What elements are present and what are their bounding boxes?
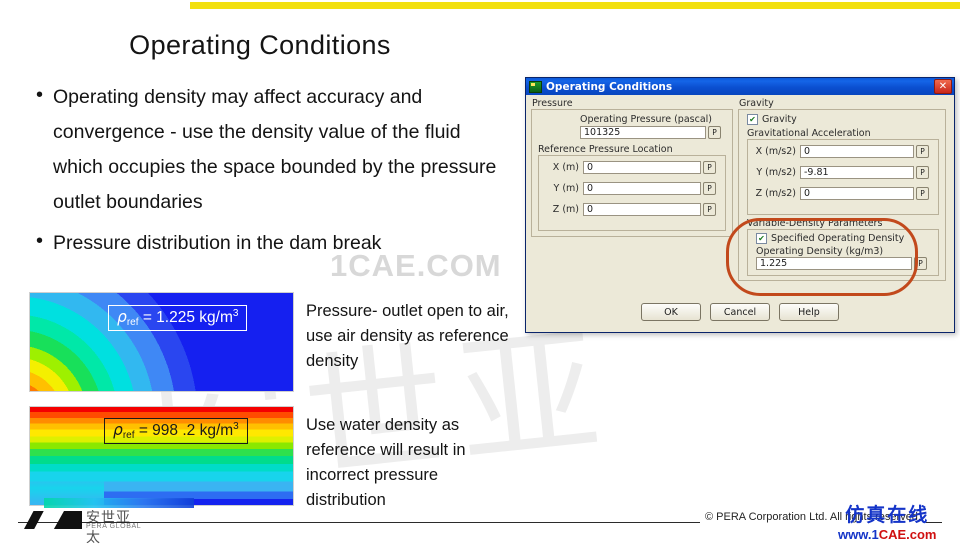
rho-subscript: ref: [126, 317, 139, 328]
slide-root: 安世亚 1CAE.COM Operating Conditions • Oper…: [0, 0, 960, 546]
figure-label-air: ρref = 1.225 kg/m3: [108, 305, 248, 331]
rho-symbol: ρ: [117, 308, 127, 326]
top-accent-bar: [190, 2, 960, 9]
pressure-group: Pressure Operating Pressure (pascal) 101…: [529, 98, 733, 237]
pressure-group-label: Pressure: [529, 98, 576, 109]
parameter-button[interactable]: P: [708, 126, 721, 139]
variable-density-subgroup: ✔ Specified Operating Density Operating …: [747, 229, 939, 276]
list-item: • Operating density may affect accuracy …: [36, 80, 506, 220]
bullet-marker-icon: •: [36, 230, 44, 252]
ref-x-label: X (m): [552, 162, 579, 173]
cancel-button[interactable]: Cancel: [710, 303, 770, 321]
reference-pressure-location-label: Reference Pressure Location: [538, 144, 673, 155]
bullet-text: Pressure distribution in the dam break: [53, 232, 382, 254]
gravity-checkbox-label: Gravity: [762, 114, 797, 125]
ref-y-field[interactable]: Y (m) 0 P: [545, 182, 716, 195]
logo-mark-icon: [24, 511, 44, 529]
page-title: Operating Conditions: [129, 30, 391, 60]
ref-x-input[interactable]: 0: [583, 161, 701, 174]
copyright-text: © PERA Corporation Ltd. All rights reser…: [700, 511, 926, 523]
acceleration-subgroup: X (m/s2) 0 P Y (m/s2) -9.81 P Z (m/s2) 0…: [747, 139, 939, 215]
list-item: • Pressure distribution in the dam break: [36, 226, 506, 261]
dialog-body: Pressure Operating Pressure (pascal) 101…: [526, 95, 954, 332]
gravity-y-label: Y (m/s2): [756, 167, 796, 178]
gravity-z-label: Z (m/s2): [755, 188, 796, 199]
parameter-button[interactable]: P: [916, 145, 929, 158]
rho-subscript: ref: [122, 430, 135, 441]
ref-z-input[interactable]: 0: [583, 203, 701, 216]
gravity-x-label: X (m/s2): [755, 146, 796, 157]
contour-image-air: ρref = 1.225 kg/m3: [29, 292, 294, 392]
gravity-x-input[interactable]: 0: [800, 145, 914, 158]
gravity-z-field[interactable]: Z (m/s2) 0 P: [752, 187, 929, 200]
bullet-list: • Operating density may affect accuracy …: [36, 80, 506, 267]
operating-conditions-dialog: Operating Conditions ✕ Pressure Operatin…: [525, 77, 955, 333]
figure-label-water: ρref = 998 .2 kg/m3: [104, 418, 248, 444]
operating-density-label: Operating Density (kg/m3): [756, 246, 884, 257]
dialog-title: Operating Conditions: [546, 80, 673, 93]
bullet-marker-icon: •: [36, 84, 44, 106]
bullet-text: Operating density may affect accuracy an…: [53, 86, 497, 213]
gravity-y-field[interactable]: Y (m/s2) -9.81 P: [752, 166, 929, 179]
figure-caption-air: Pressure- outlet open to air, use air de…: [306, 302, 509, 370]
parameter-button[interactable]: P: [916, 187, 929, 200]
close-icon[interactable]: ✕: [934, 79, 952, 94]
specified-operating-density-checkbox[interactable]: ✔ Specified Operating Density: [756, 233, 904, 244]
ref-z-field[interactable]: Z (m) 0 P: [545, 203, 716, 216]
specified-operating-density-label: Specified Operating Density: [771, 233, 905, 244]
gravity-x-field[interactable]: X (m/s2) 0 P: [752, 145, 929, 158]
ref-y-input[interactable]: 0: [583, 182, 701, 195]
contour-image-water: ρref = 998 .2 kg/m3: [29, 406, 294, 506]
dialog-title-bar[interactable]: Operating Conditions ✕: [526, 78, 954, 95]
parameter-button[interactable]: P: [703, 161, 716, 174]
gravity-z-input[interactable]: 0: [800, 187, 914, 200]
gravitational-acceleration-label: Gravitational Acceleration: [747, 128, 871, 139]
gravity-group-label: Gravity: [736, 98, 777, 109]
operating-pressure-field[interactable]: 101325 P: [580, 126, 721, 139]
operating-pressure-input[interactable]: 101325: [580, 126, 706, 139]
checkbox-check-icon: ✔: [747, 114, 758, 125]
parameter-button[interactable]: P: [916, 166, 929, 179]
rho-exponent: 3: [233, 421, 239, 432]
rho-exponent: 3: [232, 308, 239, 319]
rho-value: = 998 .2 kg/m: [134, 422, 234, 439]
ok-button[interactable]: OK: [641, 303, 701, 321]
dialog-button-row: OK Cancel Help: [526, 303, 954, 321]
parameter-button[interactable]: P: [703, 203, 716, 216]
ref-x-field[interactable]: X (m) 0 P: [545, 161, 716, 174]
rho-value: = 1.225 kg/m: [138, 309, 233, 326]
gravity-y-input[interactable]: -9.81: [800, 166, 914, 179]
ref-y-label: Y (m): [553, 183, 580, 194]
reference-pressure-subgroup: X (m) 0 P Y (m) 0 P Z (m) 0 P: [538, 155, 726, 231]
logo-english-text: PERA GLOBAL: [86, 523, 142, 530]
rho-symbol: ρ: [113, 421, 123, 439]
logo-mark2-icon: [53, 511, 82, 529]
checkbox-check-icon: ✔: [756, 233, 767, 244]
figure-caption-water: Use water density as reference will resu…: [306, 416, 466, 509]
ref-z-label: Z (m): [552, 204, 579, 215]
operating-density-field[interactable]: 1.225 P: [756, 257, 927, 270]
operating-pressure-label: Operating Pressure (pascal): [580, 114, 712, 125]
parameter-button[interactable]: P: [703, 182, 716, 195]
gravity-checkbox[interactable]: ✔ Gravity: [747, 114, 797, 125]
gravity-group: Gravity ✔ Gravity Gravitational Accelera…: [736, 98, 946, 281]
help-button[interactable]: Help: [779, 303, 839, 321]
parameter-button[interactable]: P: [914, 257, 927, 270]
variable-density-label: Variable-Density Parameters: [747, 218, 883, 229]
window-app-icon: [529, 80, 542, 93]
operating-density-input[interactable]: 1.225: [756, 257, 912, 270]
pera-logo: 安世亚太 PERA GLOBAL: [24, 505, 144, 546]
